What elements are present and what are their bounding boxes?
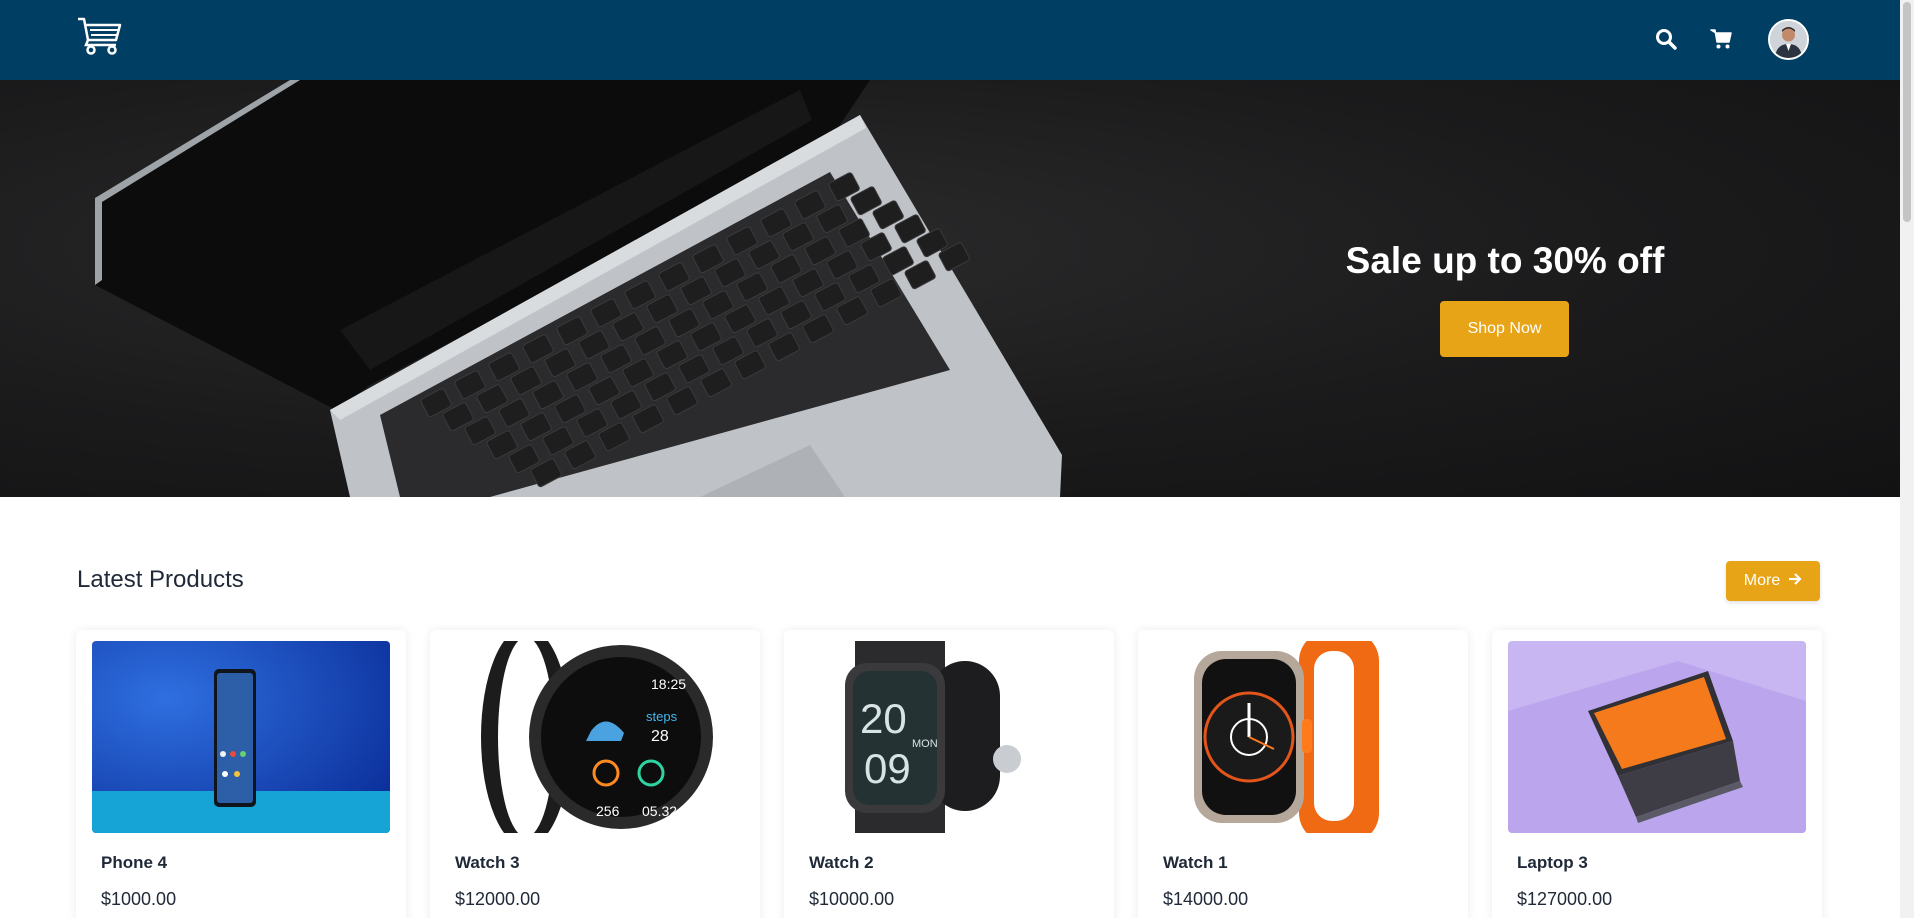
hero-title: Sale up to 30% off [1345,240,1665,281]
product-price: $127000.00 [1517,889,1613,909]
product-price: $10000.00 [809,889,895,909]
product-price: $14000.00 [1163,889,1249,909]
svg-text:05.32: 05.32 [642,803,677,819]
product-image-watch-square: 20 09 MON [800,641,1098,833]
product-image-watch-round: 18:25 steps 28 256 05.32 [446,641,744,833]
arrow-right-icon [1788,572,1802,591]
scrollbar[interactable] [1900,0,1914,918]
keyboard-keys [420,172,970,488]
more-button[interactable]: More [1726,561,1820,601]
cart-icon[interactable] [1710,27,1734,51]
svg-text:MON: MON [912,738,938,750]
cart-logo-icon[interactable] [76,16,124,56]
svg-text:28: 28 [651,728,669,745]
svg-text:18:25: 18:25 [651,676,686,692]
shop-now-button[interactable]: Shop Now [1440,301,1569,357]
hero-banner: Sale up to 30% off Shop Now [0,80,1900,497]
svg-text:steps: steps [646,709,678,724]
product-name: Phone 4 [101,853,168,872]
svg-text:09: 09 [864,745,911,792]
product-price: $1000.00 [101,889,177,909]
product-name: Watch 1 [1163,853,1228,872]
product-card[interactable]: 18:25 steps 28 256 05.32 Watch 3 $12000.… [430,630,760,918]
product-card[interactable]: Laptop 3 $127000.00 [1492,630,1822,918]
scrollbar-thumb[interactable] [1903,2,1911,222]
product-image-watch-orange [1154,641,1452,833]
product-price: $12000.00 [455,889,541,909]
product-card[interactable]: Watch 1 $14000.00 [1138,630,1468,918]
more-label: More [1743,572,1781,589]
search-icon[interactable] [1654,27,1678,51]
navbar [0,0,1900,80]
product-name: Watch 2 [809,853,874,872]
section-title: Latest Products [77,566,244,593]
product-card[interactable]: Phone 4 $1000.00 [76,630,406,918]
page: Sale up to 30% off Shop Now Latest Produ… [0,0,1914,918]
product-name: Watch 3 [455,853,520,872]
product-image-laptop [1508,641,1806,833]
user-avatar[interactable] [1768,19,1809,60]
svg-text:20: 20 [860,695,907,742]
product-name: Laptop 3 [1517,853,1588,872]
product-card[interactable]: 20 09 MON Watch 2 $10000.00 [784,630,1114,918]
svg-text:256: 256 [596,803,620,819]
product-image-phone [92,641,390,833]
